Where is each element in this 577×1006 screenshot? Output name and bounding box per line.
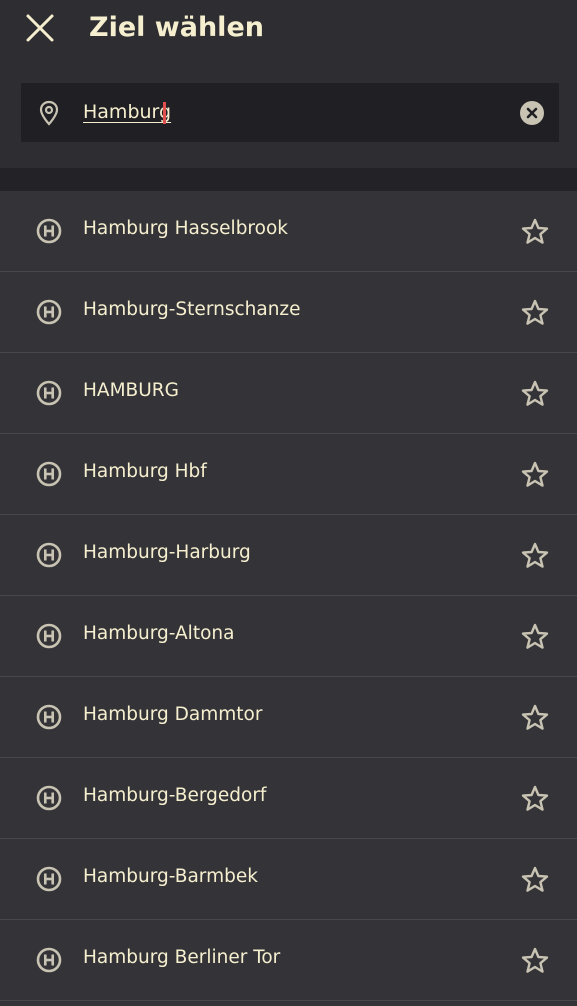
search-input[interactable] xyxy=(83,97,503,127)
station-h-icon xyxy=(36,380,62,406)
station-h-icon xyxy=(36,299,62,325)
result-item[interactable]: Hamburg-Harburg xyxy=(0,515,577,596)
result-label: Hamburg Hbf xyxy=(83,461,207,482)
result-label: Hamburg Hasselbrook xyxy=(83,218,288,239)
result-label: Hamburg Berliner Tor xyxy=(83,947,281,968)
location-pin-icon xyxy=(39,100,59,126)
result-item[interactable]: Hamburg-Sternschanze xyxy=(0,272,577,353)
favorite-star-button[interactable] xyxy=(520,460,550,490)
station-h-icon xyxy=(36,461,62,487)
result-item[interactable]: HAMBURG xyxy=(0,353,577,434)
clear-search-button[interactable] xyxy=(520,101,544,125)
destination-picker-screen: Ziel wählen Hamburg Hasselbrook xyxy=(0,0,577,1006)
result-item[interactable]: Hamburg-Bergedorf xyxy=(0,758,577,839)
station-h-icon xyxy=(36,785,62,811)
result-item[interactable]: Hamburg Berliner Tor xyxy=(0,920,577,1001)
result-label: Hamburg-Bergedorf xyxy=(83,785,267,806)
station-h-icon xyxy=(36,947,62,973)
station-h-icon xyxy=(36,704,62,730)
result-item[interactable]: Hamburg-Barmbek xyxy=(0,839,577,920)
search-box[interactable] xyxy=(21,83,559,142)
result-label: Hamburg-Harburg xyxy=(83,542,251,563)
close-icon xyxy=(26,14,54,42)
station-h-icon xyxy=(36,866,62,892)
result-item[interactable]: Hamburg Hasselbrook xyxy=(0,191,577,272)
results-list: Hamburg Hasselbrook Hamburg-Sternschanze… xyxy=(0,191,577,1001)
favorite-star-button[interactable] xyxy=(520,622,550,652)
header: Ziel wählen xyxy=(0,0,577,168)
favorite-star-button[interactable] xyxy=(520,217,550,247)
result-item[interactable]: Hamburg Hbf xyxy=(0,434,577,515)
favorite-star-button[interactable] xyxy=(520,298,550,328)
favorite-star-button[interactable] xyxy=(520,865,550,895)
favorite-star-button[interactable] xyxy=(520,379,550,409)
result-label: Hamburg-Altona xyxy=(83,623,235,644)
favorite-star-button[interactable] xyxy=(520,784,550,814)
page-title: Ziel wählen xyxy=(89,12,264,43)
favorite-star-button[interactable] xyxy=(520,946,550,976)
station-h-icon xyxy=(36,623,62,649)
text-caret xyxy=(163,102,166,124)
station-h-icon xyxy=(36,542,62,568)
result-item[interactable]: Hamburg Dammtor xyxy=(0,677,577,758)
close-button[interactable] xyxy=(22,10,58,46)
favorite-star-button[interactable] xyxy=(520,703,550,733)
header-divider xyxy=(0,168,577,191)
result-label: HAMBURG xyxy=(83,380,179,401)
result-item[interactable]: Hamburg-Altona xyxy=(0,596,577,677)
station-h-icon xyxy=(36,218,62,244)
result-label: Hamburg Dammtor xyxy=(83,704,263,725)
result-label: Hamburg-Barmbek xyxy=(83,866,258,887)
result-label: Hamburg-Sternschanze xyxy=(83,299,301,320)
favorite-star-button[interactable] xyxy=(520,541,550,571)
